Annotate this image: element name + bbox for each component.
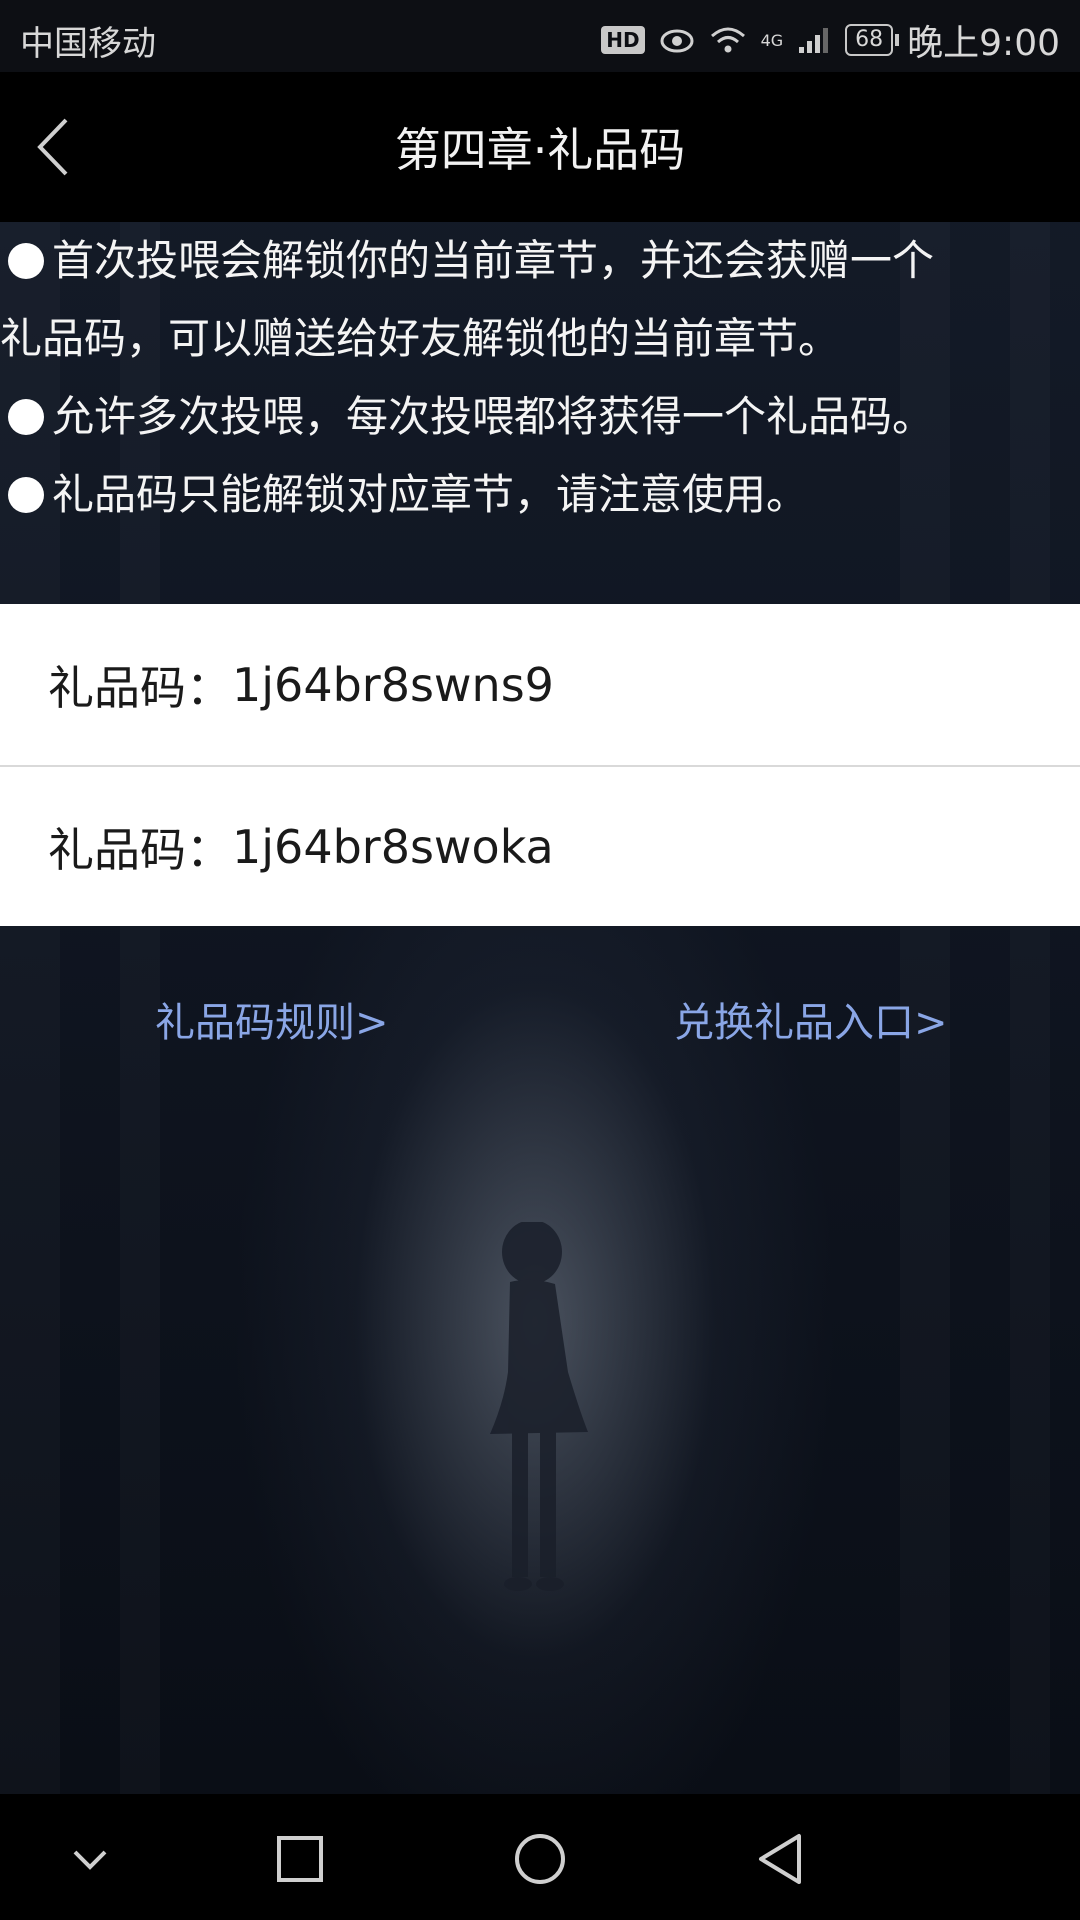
rules-text: 首次投喂会解锁你的当前章节，并还会获赠一个 礼品码，可以赠送给好友解锁他的当前章… bbox=[0, 222, 1080, 534]
triangle-back-icon bbox=[759, 1834, 801, 1884]
gift-code-row[interactable]: 礼品码： 1j64br8swoka bbox=[0, 765, 1080, 926]
bullet-icon bbox=[8, 243, 44, 279]
wifi-icon bbox=[710, 27, 745, 53]
square-icon bbox=[277, 1836, 323, 1882]
nav-home-button[interactable] bbox=[505, 1824, 575, 1894]
rule-text: 礼品码只能解锁对应章节，请注意使用。 bbox=[52, 470, 809, 519]
battery-icon: 68 bbox=[845, 24, 900, 56]
bullet-icon bbox=[8, 399, 44, 435]
page-title: 第四章·礼品码 bbox=[394, 123, 686, 177]
chevron-down-icon bbox=[73, 1850, 107, 1870]
rule-text: 礼品码，可以赠送给好友解锁他的当前章节。 bbox=[0, 314, 841, 363]
redeem-gift-link[interactable]: 兑换礼品入口> bbox=[674, 990, 948, 1048]
rule-text: 首次投喂会解锁你的当前章节，并还会获赠一个 bbox=[52, 236, 935, 285]
nav-hide-button[interactable] bbox=[55, 1824, 125, 1894]
rule-item: 允许多次投喂，每次投喂都将获得一个礼品码。 bbox=[0, 378, 1080, 456]
gift-code-label: 礼品码： bbox=[48, 822, 232, 877]
circle-icon bbox=[515, 1834, 565, 1884]
network-type-label: 4G bbox=[760, 30, 784, 50]
rule-text: 允许多次投喂，每次投喂都将获得一个礼品码。 bbox=[52, 392, 935, 441]
system-nav-bar bbox=[0, 1794, 1080, 1920]
gift-code-row[interactable]: 礼品码： 1j64br8swns9 bbox=[0, 604, 1080, 765]
carrier-label: 中国移动 bbox=[20, 24, 156, 64]
title-bar: 第四章·礼品码 bbox=[0, 72, 1080, 222]
hd-icon: HD bbox=[601, 26, 645, 54]
status-icons: HD 4G 68 晚上9:00 bbox=[601, 14, 1060, 66]
nav-back-button[interactable] bbox=[745, 1824, 815, 1894]
gift-code-value: 1j64br8swns9 bbox=[232, 657, 554, 712]
rule-item: 礼品码只能解锁对应章节，请注意使用。 bbox=[0, 456, 1080, 534]
eye-comfort-icon bbox=[660, 29, 694, 53]
rule-item-continued: 礼品码，可以赠送给好友解锁他的当前章节。 bbox=[0, 300, 1080, 378]
gift-code-rules-link[interactable]: 礼品码规则> bbox=[155, 990, 389, 1048]
clock: 晚上9:00 bbox=[907, 23, 1060, 64]
status-bar: 中国移动 HD 4G 68 晚上9:00 bbox=[0, 0, 1080, 72]
gift-code-list: 礼品码： 1j64br8swns9 礼品码： 1j64br8swoka bbox=[0, 604, 1080, 926]
nav-recents-button[interactable] bbox=[265, 1824, 335, 1894]
gift-code-label: 礼品码： bbox=[48, 660, 232, 715]
girl-silhouette bbox=[490, 1222, 588, 1591]
signal-icon bbox=[799, 28, 829, 53]
rule-item: 首次投喂会解锁你的当前章节，并还会获赠一个 bbox=[0, 222, 1080, 300]
gift-code-value: 1j64br8swoka bbox=[232, 819, 554, 874]
bullet-icon bbox=[8, 477, 44, 513]
